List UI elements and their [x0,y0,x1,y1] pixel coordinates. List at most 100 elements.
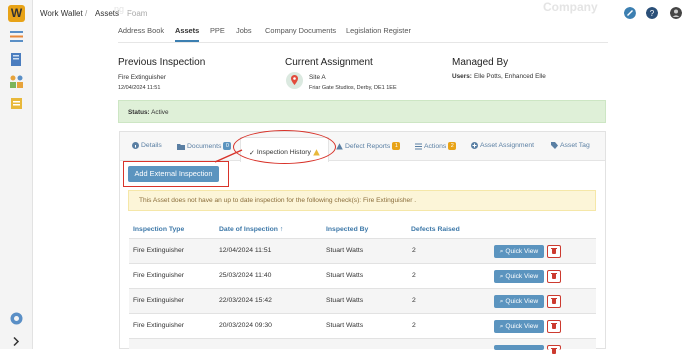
tab-jobs[interactable]: Jobs [236,26,252,35]
current-assignment-heading: Current Assignment [285,57,373,68]
previous-inspection-heading: Previous Inspection [118,57,206,68]
quick-view-button[interactable]: ⌕ Quick View [494,245,544,258]
settings-gear-icon[interactable] [9,311,24,326]
previous-inspection-type: Fire Extinguisher [118,74,166,81]
table-row: Fire Extinguisher 20/03/2024 09:30 Stuar… [129,313,596,338]
plus-circle-icon [471,142,478,149]
documents-icon[interactable] [9,52,24,67]
cell-defects: 2 [412,297,416,304]
detail-tabs: Details Documents 0 ✓ Inspection History… [120,132,605,162]
assets-icon[interactable] [9,96,24,111]
tab-assets[interactable]: Assets [175,26,200,42]
sort-ascending-icon: ↑ [279,226,284,233]
table-row: Fire Extinguisher 12/04/2024 11:51 Stuar… [129,238,596,263]
tab-asset-assignment[interactable]: Asset Assignment [471,142,534,149]
tab-defect-reports-label: Defect Reports [345,142,391,150]
annotation-oval-highlight [233,130,336,164]
quick-view-button[interactable]: ⌕ Quick View [494,320,544,333]
header-date-of-inspection[interactable]: Date of Inspection ↑ [219,226,283,233]
header-inspected-by[interactable]: Inspected By [326,226,368,233]
quick-view-label: Quick View [505,298,539,305]
cell-inspected-by: Stuart Watts [326,322,364,329]
managed-by-users: Elle Potts, Enhanced Elle [474,73,546,80]
users-icon[interactable] [9,74,24,89]
sidebar: W [0,0,33,349]
top-bar: Work Wallet / Assets / Foam ng ... Compa… [33,0,688,26]
tab-details-label: Details [141,142,162,149]
table-row: Fire Extinguisher 25/03/2024 11:40 Stuar… [129,263,596,288]
breadcrumb-home[interactable]: Work Wallet [40,9,83,18]
cell-defects: 2 [412,247,416,254]
cell-inspection-type: Fire Extinguisher [133,297,184,304]
tab-details[interactable]: Details [132,142,162,149]
managed-by-label: Users: [452,73,472,80]
cell-defects: 2 [412,272,416,279]
cell-inspection-type: Fire Extinguisher [133,247,184,254]
quick-view-button[interactable]: ⌕ Quick View [494,295,544,308]
delete-button[interactable] [547,270,561,283]
help-icon[interactable]: ? [646,7,658,19]
rocket-icon[interactable] [624,7,636,19]
delete-button[interactable] [547,345,561,354]
table-row [129,338,596,354]
header-date-label: Date of Inspection [219,226,278,233]
add-external-inspection-button[interactable]: Add External Inspection [128,166,219,182]
faint-company-label: Company [543,0,598,14]
cell-date: 12/04/2024 11:51 [219,247,272,254]
defects-count-badge: 1 [392,142,401,150]
managed-by-heading: Managed By [452,57,509,68]
tab-asset-tag-label: Asset Tag [560,142,590,149]
cell-inspected-by: Stuart Watts [326,272,364,279]
actions-count-badge: 2 [448,142,457,150]
breadcrumb-separator: / [85,9,88,18]
tab-company-documents[interactable]: Company Documents [265,26,336,35]
cell-inspection-type: Fire Extinguisher [133,272,184,279]
cell-date: 22/03/2024 15:42 [219,297,272,304]
assignment-address: Friar Gate Studios, Derby, DE1 1EE [309,85,397,91]
quick-view-button[interactable]: ⌕ Quick View [494,270,544,283]
faint-page-title: ng ... [114,4,135,14]
cell-inspected-by: Stuart Watts [326,247,364,254]
cell-inspection-type: Fire Extinguisher [133,322,184,329]
user-avatar-icon[interactable] [670,7,682,19]
tab-actions-label: Actions [424,142,447,150]
quick-view-button[interactable] [494,345,544,350]
delete-button[interactable] [547,320,561,333]
inspection-warning-alert: This Asset does not have an up to date i… [128,190,596,211]
info-icon [132,142,139,149]
delete-button[interactable] [547,245,561,258]
divider [118,42,608,43]
expand-chevron-icon[interactable] [11,334,21,349]
cell-date: 20/03/2024 09:30 [219,322,272,329]
svg-text:?: ? [650,9,655,18]
tab-actions[interactable]: Actions 2 [415,142,457,150]
map-pin-icon [286,72,303,89]
tab-asset-assignment-label: Asset Assignment [480,142,535,149]
quick-view-label: Quick View [505,248,539,255]
previous-inspection-date: 12/04/2024 11:51 [118,85,161,91]
quick-view-label: Quick View [505,273,539,280]
warning-triangle-icon [336,142,343,149]
tag-icon [551,142,558,149]
status-value: Active [151,109,169,116]
table-row: Fire Extinguisher 22/03/2024 15:42 Stuar… [129,288,596,313]
quick-view-label: Quick View [505,323,539,330]
cell-defects: 2 [412,322,416,329]
status-banner: Status: Active [118,100,606,123]
cell-inspected-by: Stuart Watts [326,297,364,304]
tab-ppe[interactable]: PPE [210,26,225,35]
assignment-site[interactable]: Site A [309,74,326,81]
status-label: Status: [128,109,150,116]
header-defects-raised[interactable]: Defects Raised [411,226,460,233]
app-logo[interactable]: W [8,5,25,22]
menu-icon[interactable] [9,29,24,44]
header-inspection-type[interactable]: Inspection Type [133,226,184,233]
cell-date: 25/03/2024 11:40 [219,272,272,279]
list-icon [415,143,422,149]
tab-defect-reports[interactable]: Defect Reports 1 [336,142,401,150]
tab-legislation-register[interactable]: Legislation Register [346,26,411,35]
tab-address-book[interactable]: Address Book [118,26,164,35]
tab-asset-tag[interactable]: Asset Tag [551,142,590,149]
delete-button[interactable] [547,295,561,308]
folder-icon [177,143,185,150]
